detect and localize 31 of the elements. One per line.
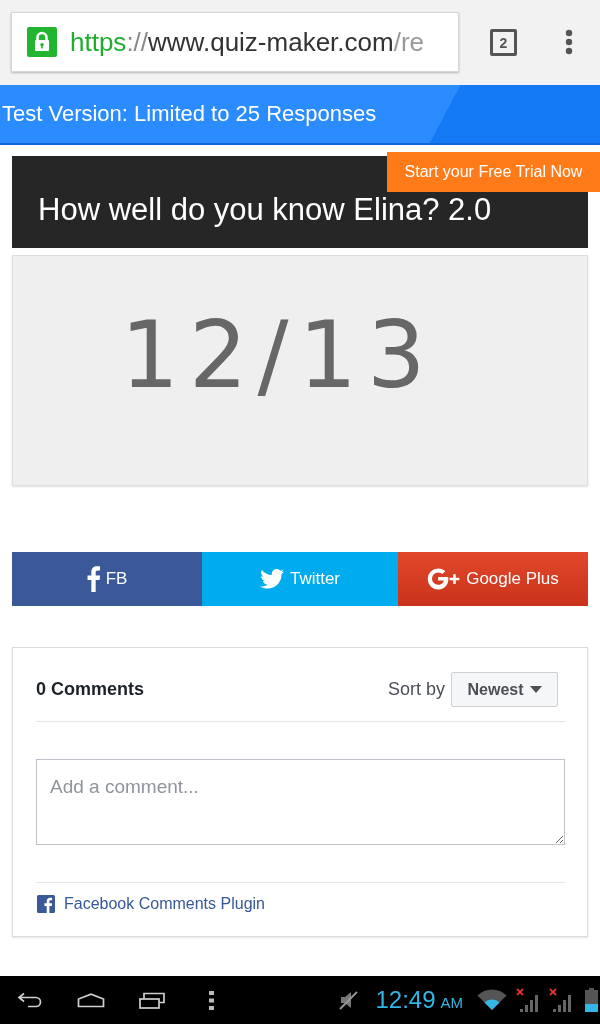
address-bar[interactable]: https://www.quiz-maker.com/re	[11, 12, 459, 72]
recents-icon[interactable]	[139, 991, 165, 1009]
facebook-share-button[interactable]: FB	[12, 552, 202, 606]
f-square-icon	[37, 895, 55, 913]
clock-time: 12:49	[375, 986, 436, 1014]
back-icon[interactable]	[17, 992, 43, 1008]
sort-dropdown[interactable]: Newest	[451, 672, 558, 707]
f-logo-icon	[86, 566, 100, 592]
battery-icon	[585, 988, 598, 1012]
plugin-link[interactable]: Facebook Comments Plugin	[64, 895, 265, 913]
wifi-icon	[477, 989, 507, 1011]
clock-meridiem: AM	[440, 994, 463, 1011]
quiz-title: How well do you know Elina? 2.0	[38, 192, 493, 228]
speaker-muted-icon	[339, 990, 359, 1010]
comment-count: 0 Comments	[36, 679, 145, 700]
google-plus-share-button[interactable]: Google Plus	[398, 552, 588, 606]
signal-bars-icon	[516, 988, 541, 1012]
score-text: 12/13	[119, 309, 436, 402]
menu-icon[interactable]	[565, 29, 573, 55]
url-text: https://www.quiz-maker.com/re	[70, 26, 424, 58]
comment-input[interactable]: Add a comment...	[36, 759, 565, 845]
home-icon[interactable]	[77, 992, 105, 1008]
test-version-banner: Test Version: Limited to 25 Responses	[0, 85, 600, 145]
menu-icon[interactable]	[209, 990, 214, 1010]
sort-label: Sort by	[387, 679, 445, 700]
g-plus-icon	[427, 567, 461, 591]
bird-icon	[259, 569, 284, 589]
padlock-icon	[27, 27, 57, 57]
signal-bars-icon	[549, 988, 574, 1012]
tab-count-button[interactable]: 2	[490, 29, 517, 56]
caret-icon	[529, 686, 542, 693]
